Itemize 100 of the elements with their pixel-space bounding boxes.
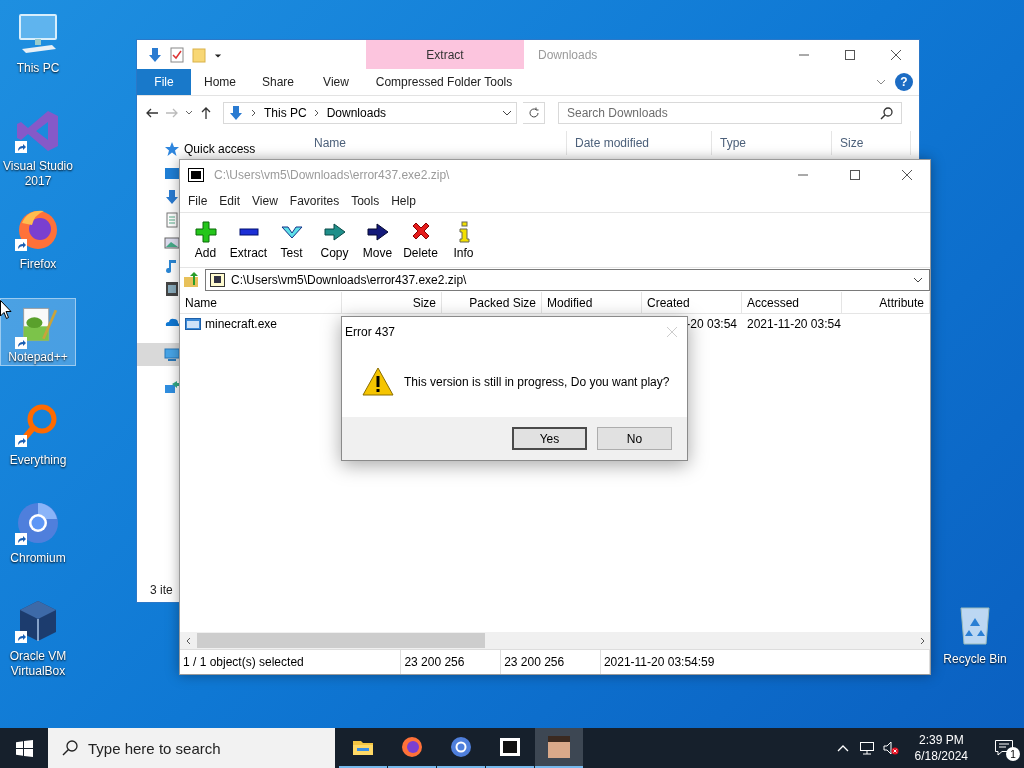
warning-icon [362, 367, 394, 397]
column-header[interactable]: Size [342, 292, 442, 314]
column-header[interactable]: Name [301, 131, 567, 155]
scroll-left-icon[interactable] [184, 636, 193, 645]
address-field[interactable]: C:\Users\vm5\Downloads\error437.exe2.zip\ [205, 269, 930, 291]
menu-item[interactable]: Edit [213, 190, 247, 212]
toolbar-button[interactable]: Extract [227, 220, 270, 260]
toolbar-button[interactable]: Move [356, 220, 399, 260]
desktop-icon-label: Recycle Bin [942, 652, 1008, 667]
close-icon[interactable] [902, 170, 912, 180]
dialog-button[interactable]: No [597, 427, 672, 450]
ribbon-context-label: Extract [366, 40, 524, 69]
dialog-button[interactable]: Yes [512, 427, 587, 450]
desktop-icon-label: Firefox [18, 257, 58, 272]
quick-access-icon [164, 141, 180, 157]
network-icon[interactable] [858, 740, 875, 756]
videos-icon [164, 280, 180, 297]
desktop-shortcut[interactable]: Chromium [0, 494, 76, 591]
address-bar[interactable]: This PC Downloads [223, 102, 517, 124]
close-icon[interactable] [891, 49, 901, 60]
desktop-shortcut[interactable]: Recycle Bin [938, 600, 1012, 667]
executable-file-icon [185, 318, 201, 330]
toolbar-button[interactable]: Test [270, 220, 313, 260]
column-header[interactable]: Type [712, 131, 832, 155]
toolbar-button[interactable]: Copy [313, 220, 356, 260]
network-icon [164, 379, 180, 396]
desktop-shortcut[interactable]: This PC [0, 4, 76, 101]
column-header[interactable]: Attribute [842, 292, 930, 314]
search-icon [62, 740, 78, 756]
status-text: 2021-11-20 03:54:59 [603, 655, 715, 669]
status-text: 23 200 256 [504, 655, 565, 669]
desktop-shortcut[interactable]: Firefox [0, 200, 76, 297]
toolbar-button[interactable]: Delete [399, 220, 442, 260]
column-header[interactable]: Date modified [567, 131, 712, 155]
menu-item[interactable]: Favorites [283, 190, 346, 212]
chevron-down-icon[interactable] [913, 275, 923, 285]
column-header[interactable]: Size [832, 131, 911, 155]
maximize-icon[interactable] [850, 170, 860, 180]
chevron-right-icon[interactable] [312, 109, 321, 117]
windows-logo-icon[interactable] [15, 739, 33, 757]
taskbar-search-box[interactable]: Type here to search [48, 728, 335, 768]
column-header[interactable]: Packed Size [442, 292, 542, 314]
clock[interactable]: 2:39 PM 6/18/2024 [914, 732, 968, 764]
menu-item[interactable]: View [246, 190, 284, 212]
breadcrumb-item[interactable]: Downloads [326, 106, 387, 120]
taskbar-app-button[interactable] [535, 728, 583, 768]
ribbon-tab[interactable]: Compressed Folder Tools [365, 69, 523, 95]
pictures-icon [164, 234, 180, 251]
column-header[interactable]: Name [180, 292, 342, 314]
menu-item[interactable]: Tools [345, 190, 386, 212]
mouse-cursor-icon [0, 300, 12, 320]
archive-icon [210, 273, 225, 287]
desktop-icon-label: This PC [15, 61, 61, 76]
app-logo-icon [188, 168, 204, 182]
desktop-shortcut[interactable]: Oracle VM VirtualBox [0, 592, 76, 689]
game-icon [547, 735, 571, 759]
notification-icon[interactable] [994, 739, 1014, 757]
table-cell: 2021-11-20 03:54 [747, 317, 841, 331]
toolbar-button[interactable]: Info [442, 220, 485, 260]
back-arrow-icon[interactable] [145, 106, 159, 120]
ribbon-tab[interactable]: View [307, 69, 365, 95]
desktop-icon-label: Visual Studio 2017 [2, 159, 74, 189]
volume-muted-icon[interactable] [882, 740, 899, 756]
chevron-right-icon[interactable] [250, 109, 258, 117]
folder-up-icon[interactable] [183, 271, 201, 289]
column-header[interactable]: Modified [542, 292, 642, 314]
toolbar-button[interactable]: Add [184, 220, 227, 260]
navigation-item[interactable]: Quick access [137, 139, 256, 159]
taskbar-search-field[interactable]: Type here to search [88, 739, 308, 757]
column-header[interactable]: Created [642, 292, 742, 314]
properties-icon[interactable] [169, 46, 185, 63]
chevron-down-icon[interactable] [185, 110, 193, 116]
search-field[interactable]: Search Downloads [567, 106, 847, 120]
menu-item[interactable]: Help [385, 190, 422, 212]
copy-icon [323, 220, 346, 243]
desktop-icon-label: Oracle VM VirtualBox [8, 649, 68, 679]
chevron-down-icon[interactable] [502, 108, 512, 118]
ribbon-tab[interactable]: Home [191, 69, 249, 95]
horizontal-scrollbar[interactable] [180, 632, 930, 649]
desktop-shortcut[interactable]: Everything [0, 396, 76, 493]
chromium-icon [449, 735, 473, 759]
up-arrow-icon[interactable] [199, 106, 213, 120]
file-name-cell[interactable]: minecraft.exe [180, 314, 342, 334]
search-box[interactable]: Search Downloads [558, 102, 902, 124]
menu-item[interactable]: File [182, 190, 214, 212]
refresh-icon[interactable] [527, 107, 540, 119]
desktop-icon-label: Notepad++ [7, 350, 69, 365]
help-button[interactable]: ? [895, 73, 913, 91]
desktop-shortcut[interactable]: Visual Studio 2017 [0, 102, 76, 199]
desktop-icon-label: Chromium [9, 551, 67, 566]
breadcrumb-item[interactable]: This PC [264, 106, 307, 120]
desktop-icon [164, 165, 180, 182]
maximize-icon[interactable] [845, 49, 855, 60]
column-header[interactable]: Accessed [742, 292, 842, 314]
dialog-message: This version is still in progress, Do you want play? [404, 375, 670, 389]
firefox-icon [400, 735, 424, 759]
ribbon-tab[interactable]: Share [249, 69, 307, 95]
add-icon [194, 220, 217, 243]
desktop-icon-label: Everything [8, 453, 68, 468]
table-cell: -20 03:54 [686, 317, 737, 331]
